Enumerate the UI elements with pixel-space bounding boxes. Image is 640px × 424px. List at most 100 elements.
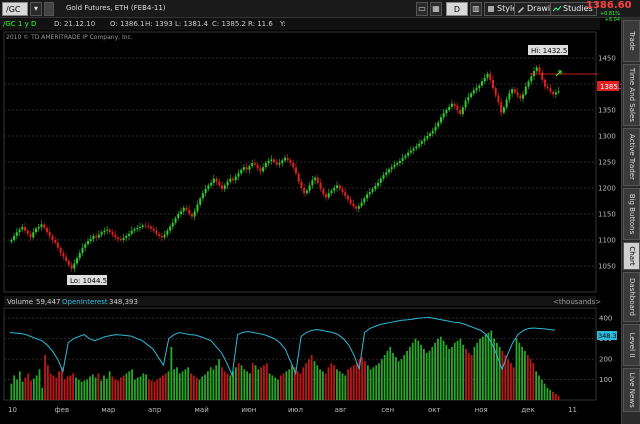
candle-body <box>174 218 177 223</box>
price-tick-label: 1050 <box>598 263 616 271</box>
tab-dashboard[interactable]: Dashboard <box>623 272 640 322</box>
volume-bar <box>305 363 307 400</box>
candle-body <box>292 163 295 168</box>
symbol-description: Gold Futures, ETH (FEB4-11) <box>66 4 166 12</box>
candle-body <box>549 88 552 92</box>
aggregation-label[interactable]: /GC 1 y D <box>3 20 36 28</box>
volume-bar <box>46 365 49 400</box>
symbol-dropdown[interactable]: ▾ <box>30 2 42 16</box>
volume-bar <box>136 377 139 400</box>
candle-body <box>136 228 139 230</box>
volume-bar <box>108 371 111 400</box>
volume-bar <box>459 338 462 400</box>
tab-active-trader[interactable]: Active Trader <box>623 128 640 186</box>
volume-bar <box>392 352 394 400</box>
bar-high: H: 1393 <box>145 20 173 28</box>
tab-time-and-sales[interactable]: Time And Sales <box>623 64 640 126</box>
candle-body <box>95 235 98 238</box>
layout-button[interactable]: ▥ <box>470 2 482 16</box>
volume-bar <box>397 361 400 400</box>
candle-body <box>106 229 109 231</box>
aggregation-select[interactable]: D <box>446 2 468 16</box>
volume-bar <box>178 373 181 400</box>
candle-body <box>138 227 141 229</box>
volume-bar <box>49 373 52 400</box>
volume-bar <box>425 352 428 400</box>
volume-bar <box>350 367 352 400</box>
candle-body <box>513 89 516 93</box>
candle-body <box>270 159 273 161</box>
candle-body <box>89 238 92 242</box>
tab-level-ii[interactable]: Level II <box>623 324 640 366</box>
candle-body <box>543 79 546 87</box>
candle-body <box>366 194 369 199</box>
tab-live-news[interactable]: Live News <box>623 368 640 412</box>
volume-bar <box>462 344 465 400</box>
volume-bar <box>336 369 338 400</box>
candle-body <box>442 113 445 118</box>
candle-body <box>229 178 232 182</box>
volume-bar <box>316 365 319 400</box>
link-button[interactable] <box>44 2 54 16</box>
tab-big-buttons[interactable]: Big Buttons <box>623 188 640 240</box>
volume-bar <box>552 391 554 400</box>
candle-body <box>253 163 256 165</box>
price-chart[interactable]: 2010 © TD AMERITRADE IP Company, Inc. 14… <box>0 30 621 424</box>
candle-body <box>535 67 538 71</box>
volume-bar <box>105 378 108 400</box>
candle-body <box>188 209 191 214</box>
candle-body <box>505 99 508 108</box>
candle-body <box>341 189 344 193</box>
volume-bar <box>411 342 414 400</box>
candle-body <box>114 234 117 238</box>
time-tick-label: дек <box>521 406 534 414</box>
candle-body <box>130 230 133 234</box>
candle-body <box>21 227 24 230</box>
candle-body <box>429 133 432 136</box>
candle-body <box>379 178 382 183</box>
volume-bar <box>394 357 397 400</box>
time-tick-label: авг <box>335 406 347 414</box>
grid-button[interactable]: ▦ <box>430 2 442 16</box>
tab-trade[interactable]: Trade <box>623 20 640 62</box>
candle-body <box>491 79 494 89</box>
candle-body <box>404 155 407 158</box>
candle-body <box>284 157 286 161</box>
volume-bar <box>142 373 145 400</box>
volume-bar <box>321 371 324 400</box>
time-tick-label: 11 <box>568 406 577 414</box>
candle-body <box>273 159 276 162</box>
candle-body <box>333 188 336 191</box>
symbol-input[interactable]: /GC <box>2 2 28 16</box>
candle-body <box>418 143 421 147</box>
candle-body <box>286 157 289 160</box>
layout-icon: ▥ <box>472 4 480 13</box>
candle-body <box>196 204 199 212</box>
volume-bar <box>246 371 249 400</box>
volume-bar <box>420 344 422 400</box>
candle-body <box>439 117 442 123</box>
volume-bar <box>448 348 451 400</box>
candle-body <box>412 148 415 151</box>
volume-bar <box>479 338 481 400</box>
volume-bar <box>117 380 119 400</box>
candle-body <box>289 159 292 164</box>
candle-body <box>453 103 456 106</box>
candle-body <box>111 232 114 235</box>
volume-bar <box>467 352 470 400</box>
volume-bar <box>215 365 218 400</box>
candle-body <box>275 162 278 165</box>
volume-bar <box>554 393 557 400</box>
tab-label: Trade <box>627 31 636 51</box>
candle-body <box>475 88 478 91</box>
candle-body <box>199 198 202 205</box>
volume-bar <box>75 377 77 400</box>
candle-body <box>128 233 131 236</box>
window-button[interactable]: ▭ <box>416 2 428 16</box>
tab-chart[interactable]: Chart <box>623 242 640 270</box>
candle-body <box>32 232 35 238</box>
tab-label: Chart <box>627 246 636 266</box>
candle-body <box>92 235 95 239</box>
candle-body <box>448 106 451 110</box>
style-icon <box>488 6 494 12</box>
